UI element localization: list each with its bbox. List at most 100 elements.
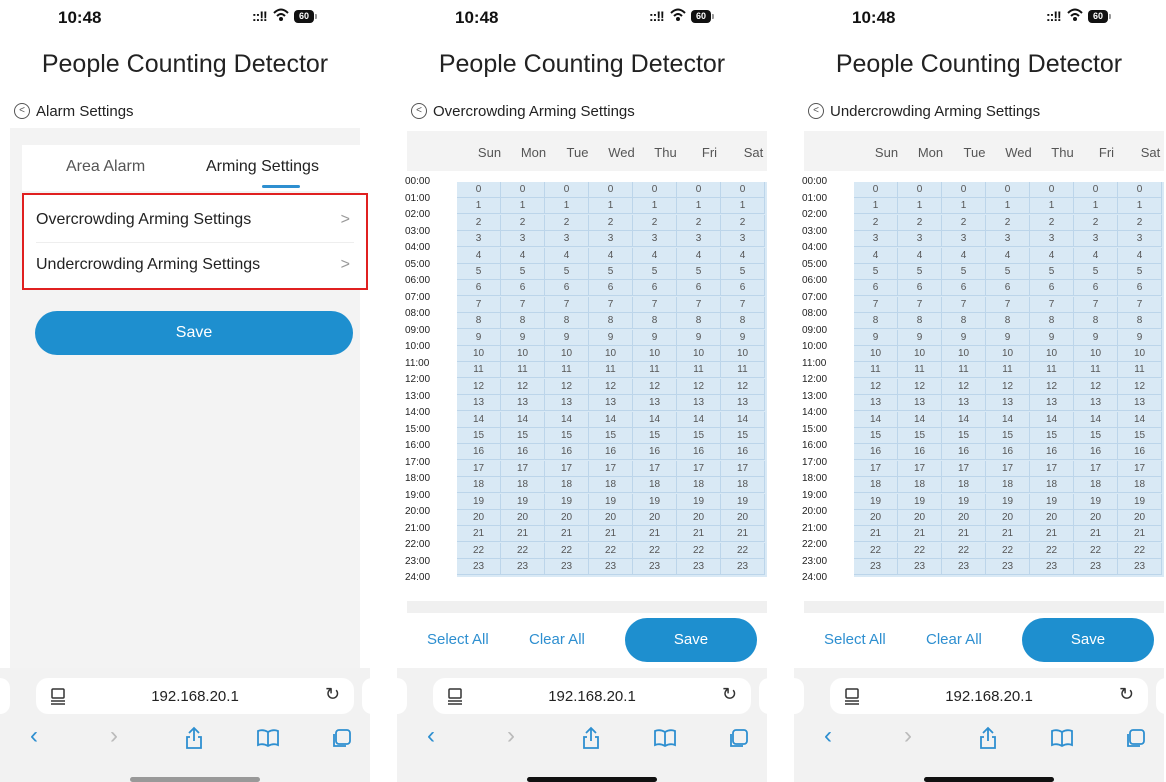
next-tab-peek[interactable] [362,678,370,714]
schedule-cell[interactable]: 12 [677,378,721,395]
schedule-cell[interactable]: 11 [457,362,501,379]
schedule-cell[interactable]: 13 [677,395,721,412]
schedule-cell[interactable]: 13 [1030,395,1074,412]
schedule-cell[interactable]: 1 [1030,198,1074,215]
schedule-cell[interactable]: 17 [457,460,501,477]
address-bar[interactable]: 192.168.20.1 ↻ [433,678,751,714]
schedule-cell[interactable]: 11 [898,362,942,379]
schedule-cell[interactable]: 9 [457,329,501,346]
schedule-cell[interactable]: 23 [898,559,942,576]
schedule-cell[interactable]: 1 [457,198,501,215]
schedule-cell[interactable]: 22 [1074,542,1118,559]
schedule-cell[interactable]: 14 [1074,411,1118,428]
schedule-cell[interactable]: 10 [986,346,1030,362]
schedule-cell[interactable]: 11 [501,362,545,379]
schedule-cell[interactable]: 23 [986,559,1030,576]
schedule-cell[interactable]: 5 [677,264,721,280]
day-header-sun[interactable]: Sun [471,145,508,160]
schedule-cell[interactable]: 2 [501,214,545,231]
back-button[interactable]: < Undercrowding Arming Settings [808,100,1040,122]
schedule-cell[interactable]: 18 [942,477,986,494]
back-button[interactable]: < Alarm Settings [14,100,134,122]
schedule-cell[interactable]: 12 [457,378,501,395]
schedule-cell[interactable]: 11 [1074,362,1118,379]
save-button[interactable]: Save [35,311,353,355]
schedule-cell[interactable]: 23 [589,559,633,576]
schedule-cell[interactable]: 13 [501,395,545,412]
schedule-cell[interactable]: 2 [457,214,501,231]
tabs-icon[interactable] [727,728,749,750]
schedule-cell[interactable]: 6 [589,280,633,297]
tab-area-alarm[interactable]: Area Alarm [66,158,145,176]
schedule-cell[interactable]: 6 [1074,280,1118,297]
schedule-cell[interactable]: 10 [1118,346,1162,362]
schedule-cell[interactable]: 0 [457,182,501,198]
schedule-cell[interactable]: 13 [942,395,986,412]
save-button[interactable]: Save [625,618,757,662]
schedule-cell[interactable]: 0 [545,182,589,198]
schedule-cell[interactable]: 15 [1030,428,1074,444]
schedule-cell[interactable]: 19 [501,493,545,510]
share-icon[interactable] [978,726,998,750]
schedule-cell[interactable]: 22 [986,542,1030,559]
schedule-cell[interactable]: 4 [854,247,898,264]
day-header-mon[interactable]: Mon [912,145,949,160]
schedule-cell[interactable]: 12 [633,378,677,395]
schedule-cell[interactable]: 15 [633,428,677,444]
schedule-cell[interactable]: 20 [854,510,898,526]
schedule-cell[interactable]: 19 [854,493,898,510]
schedule-cell[interactable]: 22 [545,542,589,559]
schedule-cell[interactable]: 3 [1074,231,1118,248]
schedule-cell[interactable]: 0 [1074,182,1118,198]
schedule-cell[interactable]: 4 [545,247,589,264]
schedule-cell[interactable]: 9 [854,329,898,346]
select-all-button[interactable]: Select All [427,631,489,648]
schedule-cell[interactable]: 14 [501,411,545,428]
schedule-cell[interactable]: 16 [545,444,589,461]
schedule-cell[interactable]: 22 [589,542,633,559]
schedule-cell[interactable]: 15 [677,428,721,444]
menu-item-overcrowding[interactable]: Overcrowding Arming Settings > [36,198,354,243]
schedule-cell[interactable]: 2 [898,214,942,231]
schedule-cell[interactable]: 17 [854,460,898,477]
schedule-cell[interactable]: 1 [721,198,765,215]
schedule-cell[interactable]: 15 [589,428,633,444]
schedule-cell[interactable]: 21 [589,526,633,543]
schedule-cell[interactable]: 9 [633,329,677,346]
schedule-cell[interactable]: 10 [633,346,677,362]
schedule-cell[interactable]: 7 [986,296,1030,313]
schedule-cell[interactable]: 18 [854,477,898,494]
schedule-cell[interactable]: 2 [1118,214,1162,231]
schedule-cell[interactable]: 8 [1118,313,1162,330]
schedule-cell[interactable]: 21 [721,526,765,543]
schedule-grid[interactable]: 0000000111111122222223333333444444455555… [854,182,1164,577]
schedule-cell[interactable]: 17 [633,460,677,477]
reload-icon[interactable]: ↻ [1119,684,1134,705]
schedule-cell[interactable]: 20 [1118,510,1162,526]
schedule-cell[interactable]: 6 [633,280,677,297]
next-tab-peek[interactable] [759,678,767,714]
schedule-cell[interactable]: 21 [501,526,545,543]
schedule-cell[interactable]: 12 [1118,378,1162,395]
schedule-cell[interactable]: 15 [545,428,589,444]
schedule-cell[interactable]: 14 [677,411,721,428]
schedule-cell[interactable]: 10 [1030,346,1074,362]
schedule-cell[interactable]: 6 [1118,280,1162,297]
schedule-cell[interactable]: 13 [1074,395,1118,412]
schedule-cell[interactable]: 21 [1030,526,1074,543]
schedule-cell[interactable]: 5 [1074,264,1118,280]
schedule-cell[interactable]: 16 [501,444,545,461]
schedule-cell[interactable]: 11 [589,362,633,379]
schedule-cell[interactable]: 19 [677,493,721,510]
schedule-cell[interactable]: 23 [545,559,589,576]
schedule-cell[interactable]: 4 [721,247,765,264]
address-bar[interactable]: 192.168.20.1 ↻ [830,678,1148,714]
schedule-cell[interactable]: 8 [589,313,633,330]
schedule-cell[interactable]: 15 [898,428,942,444]
schedule-cell[interactable]: 7 [677,296,721,313]
schedule-cell[interactable]: 5 [854,264,898,280]
schedule-cell[interactable]: 17 [1118,460,1162,477]
schedule-cell[interactable]: 16 [1074,444,1118,461]
schedule-cell[interactable]: 0 [501,182,545,198]
schedule-cell[interactable]: 12 [545,378,589,395]
